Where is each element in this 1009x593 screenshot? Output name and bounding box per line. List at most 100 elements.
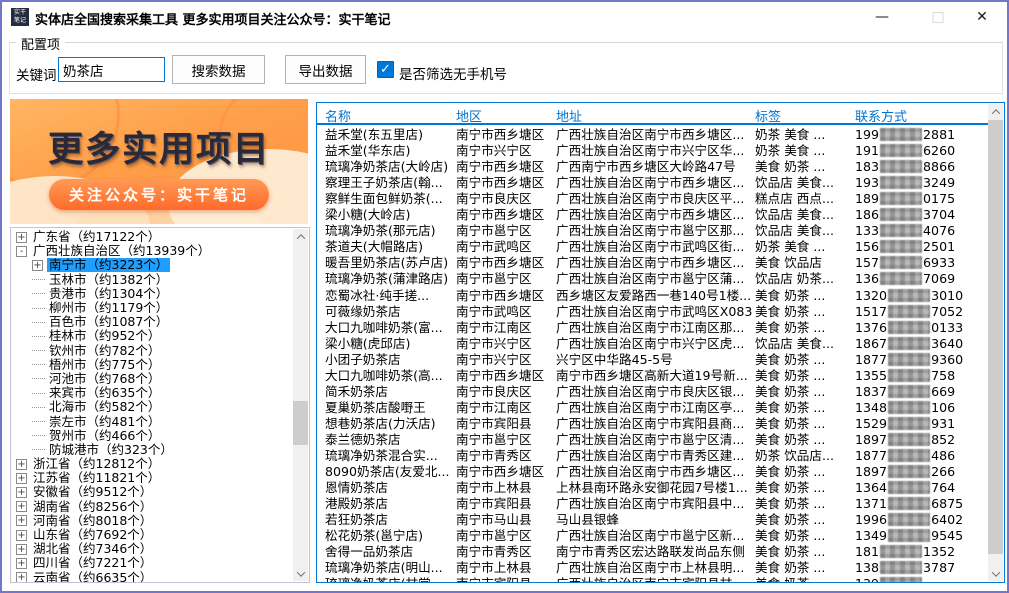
tree-item-label[interactable]: 北海市（约582个） xyxy=(47,400,162,414)
tree-item-label[interactable]: 安徽省（约9512个） xyxy=(31,485,154,499)
tree-scrollbar-thumb[interactable] xyxy=(293,401,308,445)
maximize-button[interactable]: □ xyxy=(920,2,956,32)
table-row[interactable]: 梁小糖(虎邱店)南宁市兴宁区广西壮族自治区南宁市兴宁区虎...饮品店 美食...… xyxy=(317,336,988,352)
tree-item[interactable]: + 浙江省（约12812个） xyxy=(11,457,294,471)
column-header[interactable]: 名称 xyxy=(325,106,453,125)
tree-item[interactable]: + 江苏省（约11821个） xyxy=(11,471,294,485)
expand-icon[interactable]: + xyxy=(16,232,27,243)
tree-item-label[interactable]: 广东省（约17122个） xyxy=(31,230,162,244)
table-row[interactable]: 茶道夫(大帽路店)南宁市武鸣区广西壮族自治区南宁市武鸣区街...奶茶 美食 ..… xyxy=(317,239,988,255)
tree-item-label[interactable]: 山东省（约7692个） xyxy=(31,528,154,542)
table-row[interactable]: 若狂奶茶店南宁市马山县马山县银蜂美食 奶茶 ...19966402 xyxy=(317,512,988,528)
column-header[interactable]: 标签 xyxy=(755,106,852,125)
expand-icon[interactable]: + xyxy=(16,501,27,512)
table-scrollbar[interactable] xyxy=(988,104,1003,581)
expand-icon[interactable]: + xyxy=(16,544,27,555)
tree-item[interactable]: + 南宁市（约3223个） xyxy=(11,258,294,272)
title-bar[interactable]: 实干 笔记 实体店全国搜索采集工具 更多实用项目关注公众号：实干笔记 — □ ✕ xyxy=(2,2,1007,32)
table-row[interactable]: 恩情奶茶店南宁市上林县上林县南环路永安御花园7号楼1...美食 奶茶 ...13… xyxy=(317,480,988,496)
tree-item[interactable]: 玉林市（约1382个） xyxy=(11,273,294,287)
tree-item-label[interactable]: 江苏省（约11821个） xyxy=(31,471,162,485)
tree-item[interactable]: + 山东省（约7692个） xyxy=(11,528,294,542)
tree-item[interactable]: 防城港市（约323个） xyxy=(11,443,294,457)
expand-icon[interactable]: + xyxy=(16,459,27,470)
tree-item-label[interactable]: 浙江省（约12812个） xyxy=(31,457,162,471)
tree-item[interactable]: 贺州市（约466个） xyxy=(11,429,294,443)
tree-item[interactable]: 梧州市（约775个） xyxy=(11,358,294,372)
tree-item-label[interactable]: 来宾市（约635个） xyxy=(47,386,162,400)
tree-item-label[interactable]: 玉林市（约1382个） xyxy=(47,273,170,287)
table-row[interactable]: 琉璃净奶茶店(明山...南宁市上林县广西壮族自治区南宁市上林县明...美食 奶茶… xyxy=(317,560,988,576)
tree-item-label[interactable]: 桂林市（约952个） xyxy=(47,329,162,343)
scroll-up-icon[interactable] xyxy=(293,229,308,244)
table-row[interactable]: 琉璃净奶茶店(大岭店)南宁市西乡塘区广西南宁市西乡塘区大岭路47号美食 奶茶 .… xyxy=(317,159,988,175)
expand-icon[interactable]: + xyxy=(16,572,27,583)
table-row[interactable]: 益禾堂(华东店)南宁市兴宁区广西壮族自治区南宁市兴宁区华...奶茶 美食 ...… xyxy=(317,143,988,159)
tree-item-label[interactable]: 湖北省（约7346个） xyxy=(31,542,154,556)
table-row[interactable]: 泰兰德奶茶店南宁市邕宁区广西壮族自治区南宁市邕宁区清...美食 奶茶 ...18… xyxy=(317,432,988,448)
table-row[interactable]: 舍得一品奶茶店南宁市青秀区南宁市青秀区宏达路联发尚品东侧美食 奶茶 ...181… xyxy=(317,544,988,560)
column-header[interactable]: 联系方式 xyxy=(855,106,993,125)
table-row[interactable]: 琉璃净奶茶混合实...南宁市青秀区广西壮族自治区南宁市青秀区建...奶茶 饮品店… xyxy=(317,448,988,464)
export-data-button[interactable]: 导出数据 xyxy=(285,55,366,84)
column-header[interactable]: 地区 xyxy=(456,106,553,125)
table-row[interactable]: 想巷奶茶店(力沃店)南宁市宾阳县广西壮族自治区南宁市宾阳县商...美食 奶茶 .… xyxy=(317,416,988,432)
tree-item[interactable]: 河池市（约768个） xyxy=(11,372,294,386)
table-row[interactable]: 梁小糖(大岭店)南宁市西乡塘区广西壮族自治区南宁市西乡塘区...饮品店 美食..… xyxy=(317,207,988,223)
close-button[interactable]: ✕ xyxy=(964,2,1000,32)
tree-item-label[interactable]: 湖南省（约8256个） xyxy=(31,500,154,514)
tree-item[interactable]: + 安徽省（约9512个） xyxy=(11,485,294,499)
tree-item-label[interactable]: 梧州市（约775个） xyxy=(47,358,162,372)
tree-item[interactable]: 贵港市（约1304个） xyxy=(11,287,294,301)
table-row[interactable]: 可薇缘奶茶店南宁市武鸣区广西壮族自治区南宁市武鸣区X083美食 奶茶 ...15… xyxy=(317,304,988,320)
tree-item[interactable]: + 湖南省（约8256个） xyxy=(11,500,294,514)
tree-item-label[interactable]: 贺州市（约466个） xyxy=(47,429,162,443)
expand-icon[interactable]: + xyxy=(32,260,43,271)
tree-item[interactable]: 柳州市（约1179个） xyxy=(11,301,294,315)
tree-item-label[interactable]: 广西壮族自治区（约13939个） xyxy=(31,244,212,258)
tree-item-label-selected[interactable]: 南宁市（约3223个） xyxy=(47,258,170,272)
expand-icon[interactable]: + xyxy=(16,473,27,484)
table-scrollbar-thumb[interactable] xyxy=(988,120,1003,554)
expand-icon[interactable]: + xyxy=(16,487,27,498)
table-row[interactable]: 琉璃净奶茶(那元店)南宁市邕宁区广西壮族自治区南宁市邕宁区那...饮品店 美食.… xyxy=(317,223,988,239)
tree-item-label[interactable]: 钦州市（约782个） xyxy=(47,344,162,358)
expand-icon[interactable]: + xyxy=(16,558,27,569)
expand-icon[interactable]: + xyxy=(16,515,27,526)
tree-item-label[interactable]: 百色市（约1087个） xyxy=(47,315,170,329)
table-row[interactable]: 察理王子奶茶店(翰...南宁市西乡塘区广西壮族自治区南宁市西乡塘区...饮品店 … xyxy=(317,175,988,191)
tree-item[interactable]: + 四川省（约7221个） xyxy=(11,556,294,570)
tree-item-label[interactable]: 防城港市（约323个） xyxy=(47,443,175,457)
table-row[interactable]: 港殿奶茶店南宁市宾阳县广西壮族自治区南宁市宾阳县中...美食 奶茶 ...137… xyxy=(317,496,988,512)
tree-item[interactable]: 桂林市（约952个） xyxy=(11,329,294,343)
minimize-button[interactable]: — xyxy=(864,2,900,32)
tree-item[interactable]: 钦州市（约782个） xyxy=(11,344,294,358)
table-row[interactable]: 大口九咖啡奶茶(富...南宁市江南区广西壮族自治区南宁市江南区那...美食 奶茶… xyxy=(317,320,988,336)
column-header[interactable]: 地址 xyxy=(556,106,752,125)
scroll-up-icon[interactable] xyxy=(988,104,1003,119)
tree-item[interactable]: -广西壮族自治区（约13939个） xyxy=(11,244,294,258)
tree-item[interactable]: + 广东省（约17122个） xyxy=(11,230,294,244)
tree-item[interactable]: 来宾市（约635个） xyxy=(11,386,294,400)
tree-item[interactable]: +云南省（约6635个） xyxy=(11,571,294,584)
table-row[interactable]: 小团子奶茶店南宁市兴宁区兴宁区中华路45-5号美食 奶茶 ...18779360 xyxy=(317,352,988,368)
expand-icon[interactable]: + xyxy=(16,530,27,541)
tree-item[interactable]: 北海市（约582个） xyxy=(11,400,294,414)
scroll-down-icon[interactable] xyxy=(988,566,1003,581)
table-row[interactable]: 琉璃净奶茶(蒲津路店)南宁市邕宁区广西壮族自治区南宁市邕宁区蒲...饮品店 奶茶… xyxy=(317,271,988,287)
table-row[interactable]: 夏巢奶茶店酸嘢王南宁市江南区广西壮族自治区南宁市江南区亭...美食 奶茶 ...… xyxy=(317,400,988,416)
table-row[interactable]: 恋蜀冰社·纯手搓...南宁市西乡塘区西乡塘区友爱路西一巷140号1楼...美食 … xyxy=(317,288,988,304)
table-row[interactable]: 益禾堂(东五里店)南宁市西乡塘区广西壮族自治区南宁市西乡塘区...奶茶 美食 .… xyxy=(317,127,988,143)
scroll-down-icon[interactable] xyxy=(293,566,308,581)
table-row[interactable]: 察鲜生面包鲜奶茶(...南宁市良庆区广西壮族自治区南宁市良庆区平...糕点店 西… xyxy=(317,191,988,207)
filter-phone-checkbox[interactable]: ✓ xyxy=(377,61,394,78)
tree-item[interactable]: + 河南省（约8018个） xyxy=(11,514,294,528)
tree-item[interactable]: 崇左市（约481个） xyxy=(11,414,294,428)
tree-item-label[interactable]: 柳州市（约1179个） xyxy=(47,301,170,315)
table-row[interactable]: 大口九咖啡奶茶(高...南宁市西乡塘区南宁市西乡塘区高新大道19号新...美食 … xyxy=(317,368,988,384)
tree-item-label[interactable]: 贵港市（约1304个） xyxy=(47,287,170,301)
search-data-button[interactable]: 搜索数据 xyxy=(172,55,265,84)
tree-item-label[interactable]: 四川省（约7221个） xyxy=(31,556,154,570)
table-row[interactable]: 8090奶茶店(友爱北...南宁市西乡塘区广西壮族自治区南宁市西乡塘区...美食… xyxy=(317,464,988,480)
tree-item-label[interactable]: 河南省（约8018个） xyxy=(31,514,154,528)
